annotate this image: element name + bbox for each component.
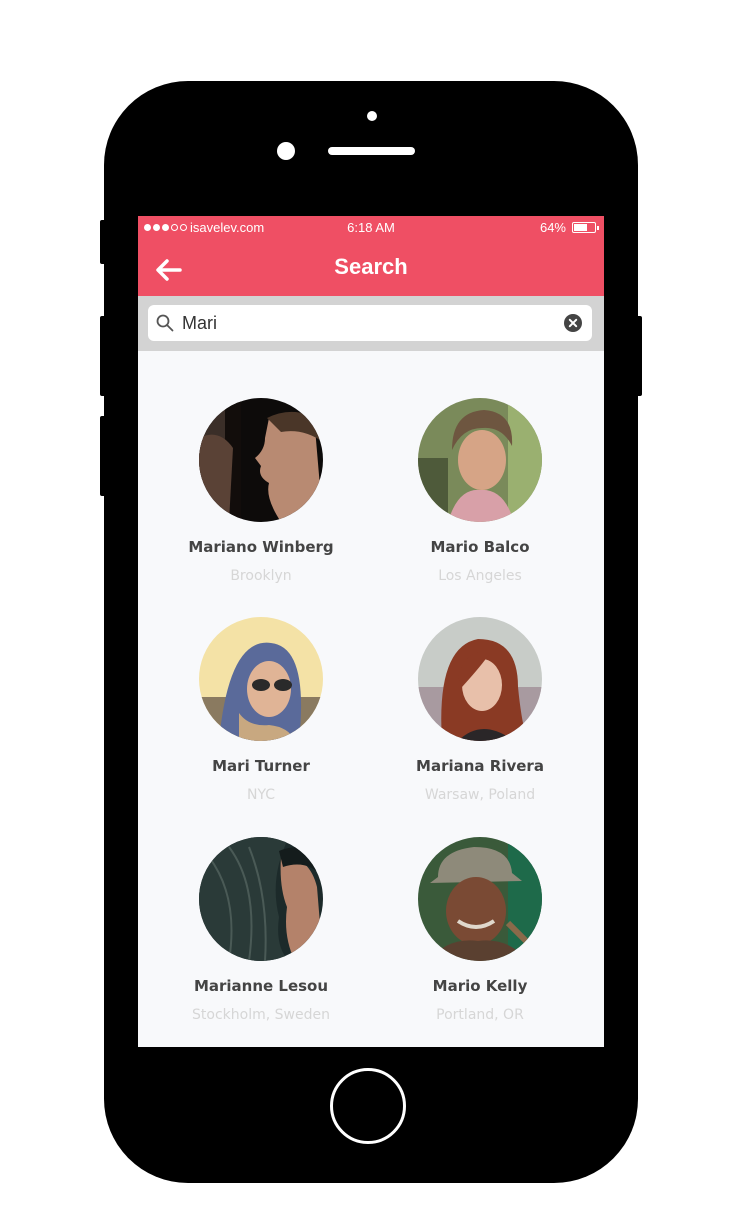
result-card[interactable]: Mario Kelly Portland, OR	[380, 837, 580, 1023]
result-name: Mario Balco	[430, 538, 530, 556]
result-location: Warsaw, Poland	[424, 787, 536, 803]
battery-icon	[572, 222, 599, 233]
result-location: Stockholm, Sweden	[192, 1007, 330, 1023]
avatar	[418, 837, 542, 961]
front-camera	[277, 142, 295, 160]
search-bar	[138, 296, 604, 351]
result-card[interactable]: Mari Turner NYC	[161, 617, 361, 803]
home-button[interactable]	[330, 1068, 406, 1144]
result-card[interactable]: Marianne Lesou Stockholm, Sweden	[161, 837, 361, 1023]
result-card[interactable]: Mariano Winberg Brooklyn	[161, 398, 361, 584]
result-location: Los Angeles	[438, 568, 522, 584]
status-time: 6:18 AM	[347, 220, 395, 235]
result-card[interactable]: Mariana Rivera Warsaw, Poland	[380, 617, 580, 803]
avatar	[199, 617, 323, 741]
app-screen: isavelev.com 6:18 AM 64% Search Mari Mar…	[138, 216, 604, 1047]
search-input[interactable]	[182, 311, 552, 335]
earpiece-speaker	[328, 147, 415, 155]
result-name: Marianne Lesou	[193, 977, 329, 995]
battery-percentage: 64%	[539, 220, 566, 235]
battery-status: 64%	[539, 220, 599, 235]
result-card[interactable]: Mario Balco Los Angeles	[380, 398, 580, 584]
result-location: NYC	[246, 787, 276, 803]
avatar	[418, 617, 542, 741]
proximity-sensor	[367, 111, 377, 121]
page-title: Search	[334, 254, 408, 279]
search-field-container	[148, 305, 592, 341]
result-location: Portland, OR	[436, 1007, 524, 1023]
avatar	[199, 398, 323, 522]
search-icon	[156, 314, 174, 332]
avatar	[418, 398, 542, 522]
navigation-bar: Search	[138, 242, 604, 296]
status-bar: isavelev.com 6:18 AM 64%	[138, 216, 604, 242]
result-name: Mariano Winberg	[188, 538, 334, 556]
result-name: Mariana Rivera	[416, 757, 544, 775]
clear-search-icon[interactable]	[564, 314, 582, 332]
result-name: Mario Kelly	[432, 977, 528, 995]
result-location: Brooklyn	[230, 568, 292, 584]
avatar	[199, 837, 323, 961]
result-name: Mari Turner	[212, 757, 310, 775]
